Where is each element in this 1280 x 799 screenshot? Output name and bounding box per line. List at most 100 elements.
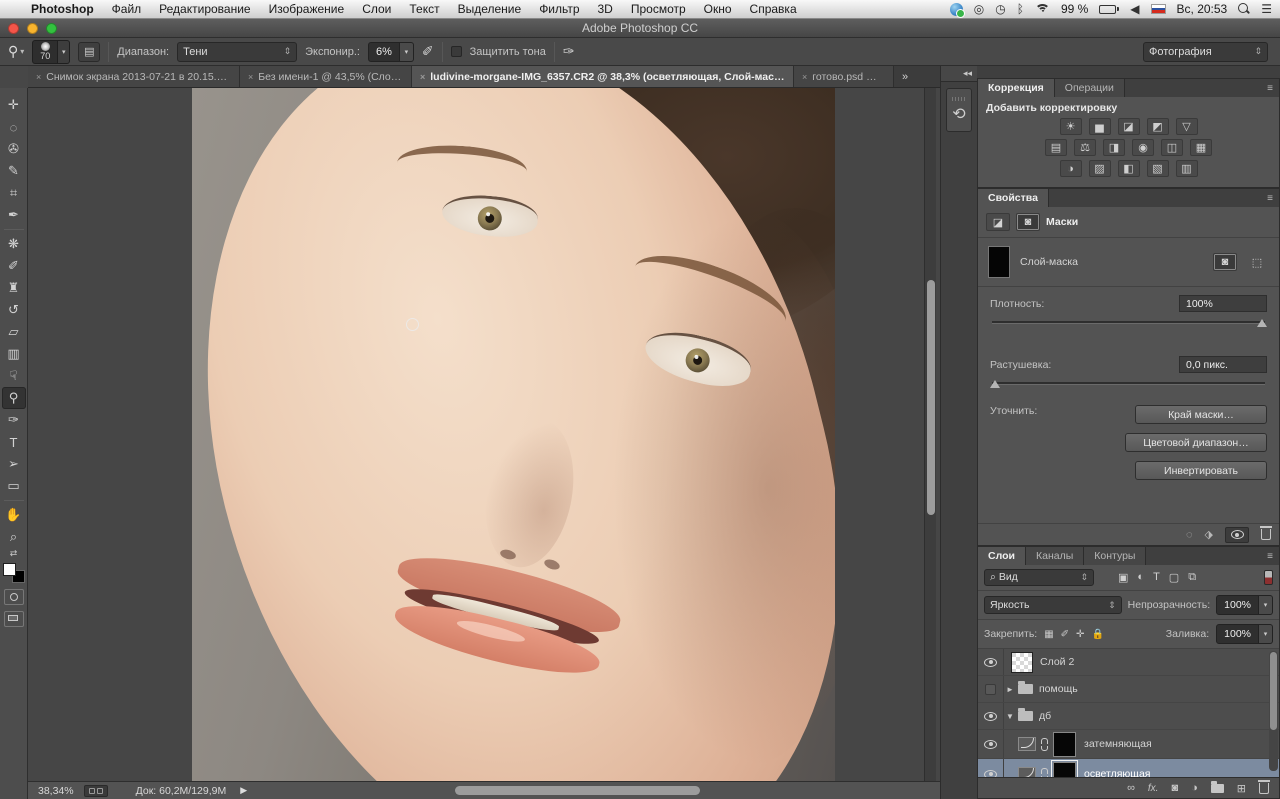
menu-photoshop[interactable]: Photoshop [22,2,103,16]
zoom-window-button[interactable] [46,23,57,34]
hand-tool[interactable]: ✋ [2,504,26,526]
filter-type-layers-icon[interactable]: T [1153,571,1160,584]
marquee-tool[interactable]: ◌ [2,116,26,138]
add-vector-mask-icon[interactable]: ⬚ [1245,253,1269,271]
color-swatches[interactable] [3,563,25,583]
path-select-tool[interactable]: ➢ [2,453,26,475]
gradient-tool[interactable]: ▥ [2,343,26,365]
menu-3d[interactable]: 3D [589,2,622,16]
gradient-map-icon[interactable]: ▥ [1176,160,1198,177]
visibility-toggle[interactable] [978,703,1004,729]
layer-name[interactable]: затемняющая [1084,738,1152,750]
hue-saturation-icon[interactable]: ▤ [1045,139,1067,156]
triangle-down-icon[interactable]: ▼ [1004,712,1016,721]
smudge-tool[interactable]: ☟ [2,365,26,387]
clone-stamp-tool[interactable]: ♜ [2,277,26,299]
layer-name[interactable]: дб [1039,710,1051,722]
menu-window[interactable]: Окно [695,2,741,16]
menu-edit[interactable]: Редактирование [150,2,259,16]
scrollbar-thumb[interactable] [927,280,935,515]
layers-scrollbar[interactable] [1269,651,1278,771]
canvas-vertical-scrollbar[interactable] [924,88,936,781]
shape-tool[interactable]: ▭ [2,475,26,497]
slider-thumb[interactable] [990,380,1000,388]
zoom-level-value[interactable]: 38,34% [28,785,84,797]
menu-image[interactable]: Изображение [260,2,354,16]
filter-adjustment-layers-icon[interactable]: ◐ [1137,571,1144,584]
black-white-icon[interactable]: ◨ [1103,139,1125,156]
lock-position-icon[interactable]: ✛ [1076,629,1084,640]
pen-tool[interactable]: ✑ [2,409,26,431]
pressure-size-toggle-icon[interactable]: ✑ [563,43,575,60]
creative-cloud-icon[interactable]: ◎ [974,2,984,16]
eyedropper-tool[interactable]: ✒ [2,204,26,226]
threshold-icon[interactable]: ◧ [1118,160,1140,177]
feather-slider[interactable] [990,377,1267,391]
foreground-color-swatch[interactable] [3,563,16,576]
tab-channels[interactable]: Каналы [1026,547,1084,565]
link-layers-icon[interactable]: ∞ [1127,782,1135,794]
tab-layers[interactable]: Слои [978,547,1026,565]
close-window-button[interactable] [8,23,19,34]
document-tab-active[interactable]: × ludivine-morgane-IMG_6357.CR2 @ 38,3% … [412,66,794,87]
minimize-window-button[interactable] [27,23,38,34]
layer-row[interactable]: затемняющая [978,730,1279,759]
select-mask-icon[interactable]: ◙ [1213,253,1237,271]
toggle-brush-panel-button[interactable]: ▤ [78,42,100,62]
layer-style-icon[interactable]: fx. [1148,783,1159,794]
curves-adjustment-icon[interactable] [1018,737,1036,751]
tab-properties[interactable]: Свойства [978,189,1049,207]
airbrush-toggle-icon[interactable]: ✐ [422,43,434,60]
tab-paths[interactable]: Контуры [1084,547,1146,565]
color-balance-icon[interactable]: ⚖ [1074,139,1096,156]
tab-actions[interactable]: Операции [1055,79,1125,97]
selective-color-icon[interactable]: ▧ [1147,160,1169,177]
add-mask-icon[interactable]: ◙ [1171,782,1178,794]
slider-thumb[interactable] [1257,319,1267,327]
pixel-mask-icon[interactable]: ◪ [986,213,1010,231]
chevron-down-icon[interactable]: ▾ [58,40,70,64]
filter-smart-objects-icon[interactable]: ⧉ [1188,571,1196,584]
curves-icon[interactable]: ◪ [1118,118,1140,135]
add-adjustment-icon[interactable]: ◑ [1191,782,1198,794]
tab-adjustments[interactable]: Коррекция [978,79,1055,97]
layer-filter-select[interactable]: ⌕ Вид ⇕ [984,569,1094,586]
menu-view[interactable]: Просмотр [622,2,695,16]
density-value[interactable]: 100% [1179,295,1267,312]
dodge-tool-selected[interactable]: ⚲ [2,387,26,409]
quick-mask-button[interactable] [4,589,24,605]
status-menu-arrow-icon[interactable]: ▶ [240,785,247,796]
visibility-toggle[interactable] [978,649,1004,675]
scrollbar-thumb[interactable] [455,786,700,795]
menu-type[interactable]: Текст [400,2,448,16]
layer-group-row[interactable]: ► помощь [978,676,1279,703]
brush-preset-picker[interactable]: 70 ▾ [32,40,70,64]
history-brush-tool[interactable]: ↺ [2,299,26,321]
layer-group-row[interactable]: ▼ дб [978,703,1279,730]
close-icon[interactable]: × [802,72,807,82]
menu-select[interactable]: Выделение [449,2,531,16]
close-icon[interactable]: × [420,72,425,82]
levels-icon[interactable]: ▅ [1089,118,1111,135]
opacity-select[interactable]: 100% ▾ [1216,595,1273,615]
lock-all-icon[interactable]: 🔒 [1091,629,1103,640]
color-lookup-icon[interactable]: ▦ [1190,139,1212,156]
document-tab[interactable]: × Без имени-1 @ 43,5% (Слой … [240,66,412,87]
time-machine-icon[interactable]: ◷ [995,2,1005,16]
feather-value[interactable]: 0,0 пикс. [1179,356,1267,373]
triangle-right-icon[interactable]: ► [1004,685,1016,694]
healing-brush-tool[interactable]: ❋ [2,233,26,255]
filter-pixel-layers-icon[interactable]: ▣ [1118,571,1128,584]
input-language-flag-icon[interactable] [1151,4,1166,14]
layer-thumbnail[interactable] [1011,652,1033,673]
menu-help[interactable]: Справка [741,2,806,16]
bluetooth-icon[interactable]: ᛒ [1017,2,1024,16]
visibility-toggle[interactable] [978,730,1004,758]
vibrance-icon[interactable]: ▽ [1176,118,1198,135]
type-tool[interactable]: T [2,431,26,453]
crop-tool[interactable]: ⌗ [2,182,26,204]
layer-name[interactable]: помощь [1039,683,1078,695]
workspace-select[interactable]: Фотография ⇕ [1143,42,1268,62]
photo-portrait[interactable] [192,88,835,781]
close-icon[interactable]: × [36,72,41,82]
